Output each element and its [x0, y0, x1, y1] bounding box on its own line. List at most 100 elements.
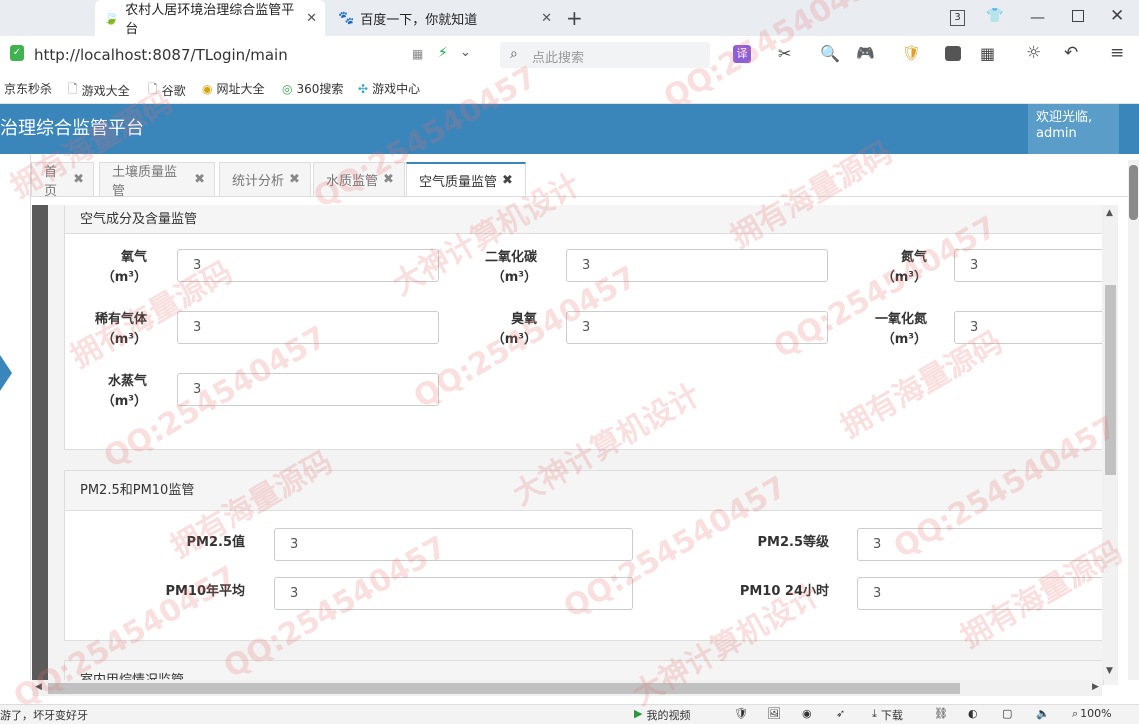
oxygen-input[interactable]: 3 — [177, 249, 439, 282]
my-video-button[interactable]: ▶ 我的视频 — [634, 707, 690, 723]
close-tab-icon[interactable]: ✖ — [73, 172, 84, 187]
ozone-input[interactable]: 3 — [566, 311, 828, 344]
zoom-control[interactable]: ⌕ 100% — [1072, 707, 1112, 721]
gamepad-icon[interactable]: 🎮 — [856, 44, 875, 62]
scroll-up-arrow-icon[interactable]: ▲ — [1106, 208, 1113, 218]
coin-shield-icon[interactable]: 🛡 — [902, 44, 921, 62]
zoom-icon: ⌕ — [1072, 707, 1079, 720]
browser-tab-bar: 🍃 农村人居环境治理综合监管平台 ✕ 🐾 百度一下，你就知道 ✕ + 3 👕 —… — [0, 0, 1139, 37]
close-tab-icon[interactable]: ✕ — [306, 11, 317, 26]
tab-water[interactable]: 水质监管 ✖ — [313, 162, 405, 196]
tab-divider — [30, 196, 1130, 197]
tab-soil[interactable]: 土壤质量监管 ✖ — [99, 162, 215, 199]
magnifier-icon[interactable]: 🔍 — [820, 44, 840, 63]
close-window-icon[interactable]: ✕ — [1110, 6, 1124, 26]
field-label: 氧气 （m³） — [101, 250, 147, 285]
close-tab-icon[interactable]: ✖ — [289, 172, 300, 187]
close-tab-icon[interactable]: ✖ — [194, 172, 205, 187]
translate-icon[interactable]: 译 — [733, 45, 751, 63]
new-tab-button[interactable]: + — [566, 6, 583, 30]
download-button[interactable]: ⤓ 下载 — [872, 707, 903, 723]
tab-count-badge[interactable]: 3 — [950, 10, 965, 26]
page-scroll-thumb[interactable] — [1129, 165, 1138, 220]
reader-icon[interactable] — [945, 46, 961, 61]
page-icon: 🗋 — [68, 82, 78, 96]
page-scrollbar[interactable] — [1128, 160, 1139, 680]
close-tab-icon[interactable]: ✖ — [502, 173, 513, 188]
search-box[interactable]: ⌕ 点此搜索 — [500, 42, 710, 68]
pm25-value-input[interactable]: 3 — [274, 528, 633, 561]
address-url[interactable]: http://localhost:8087/TLogin/main — [34, 46, 288, 64]
scroll-right-arrow-icon[interactable]: ▶ — [1092, 682, 1099, 692]
welcome-box[interactable]: 欢迎光临, admin — [1028, 104, 1119, 154]
bookmark-item[interactable]: 京东秒杀 — [4, 80, 52, 97]
field-label: 水蒸气 （m³） — [101, 374, 147, 409]
menu-hamburger-icon[interactable]: ≡ — [1110, 43, 1124, 63]
rocket-icon[interactable]: ➶ — [836, 707, 845, 720]
inner-frame-border — [32, 205, 48, 685]
undo-icon[interactable]: ↶ — [1064, 43, 1078, 63]
welcome-text: 欢迎光临, — [1036, 110, 1093, 125]
eye-icon[interactable]: ◉ — [802, 707, 812, 720]
bookmark-label: 360搜索 — [296, 82, 344, 96]
360-icon: ◎ — [282, 81, 293, 96]
left-nav — [0, 154, 31, 680]
shield-secure-icon[interactable]: ✓ — [10, 45, 24, 61]
browser-tab-title: 农村人居环境治理综合监管平台 — [125, 3, 295, 37]
bookmark-item[interactable]: ◎ 360搜索 — [282, 80, 343, 97]
shield-icon[interactable]: 🛡 — [734, 707, 748, 720]
vertical-scroll-thumb[interactable] — [1105, 285, 1116, 475]
apps-grid-icon[interactable]: ▦ — [980, 44, 995, 63]
zoom-level: 100% — [1080, 707, 1112, 720]
chevron-down-icon[interactable]: ⌄ — [460, 45, 471, 60]
bookmark-item[interactable]: 🗋 谷歌 — [148, 80, 186, 101]
status-label: 我的视频 — [646, 709, 691, 722]
window-icon[interactable]: ▢ — [1002, 707, 1012, 720]
status-news-text[interactable]: 游了，坏牙变好牙 — [0, 707, 88, 723]
tab-label: 空气质量监管 — [419, 174, 498, 190]
minimize-icon[interactable]: — — [1030, 8, 1045, 26]
browser-tab-active[interactable]: 🍃 农村人居环境治理综合监管平台 ✕ — [95, 0, 325, 37]
browser-tab[interactable]: 🐾 百度一下，你就知道 ✕ — [330, 0, 560, 36]
scroll-down-arrow-icon[interactable]: ▼ — [1106, 666, 1113, 676]
close-tab-icon[interactable]: ✖ — [383, 172, 394, 187]
tab-air[interactable]: 空气质量监管 ✖ — [406, 162, 526, 196]
edge-icon[interactable]: ◐ — [968, 707, 978, 720]
bookmark-label: 谷歌 — [161, 84, 186, 98]
close-tab-icon[interactable]: ✕ — [541, 11, 552, 26]
field-label: 二氧化碳 （m³） — [484, 250, 537, 285]
tab-label: 土壤质量监管 — [112, 164, 178, 199]
download-icon: ⤓ — [872, 707, 877, 720]
rare-gas-input[interactable]: 3 — [177, 311, 439, 344]
horizontal-scroll-thumb[interactable] — [48, 683, 960, 694]
bookmark-item[interactable]: ✣ 游戏中心 — [358, 80, 420, 97]
field-label: 稀有气体 （m³） — [94, 312, 147, 347]
scroll-left-arrow-icon[interactable]: ◀ — [35, 682, 42, 692]
water-vapor-input[interactable]: 3 — [177, 373, 439, 406]
scissors-icon[interactable]: ✂ — [778, 44, 791, 63]
qr-code-icon[interactable]: ▦ — [412, 47, 423, 61]
leaf-favicon-icon: 🍃 — [103, 10, 120, 26]
speaker-icon[interactable]: 🔈 — [1036, 707, 1050, 720]
pm25-grade-input[interactable]: 3 — [857, 528, 1117, 561]
tab-home[interactable]: 首页 ✖ — [31, 162, 94, 199]
bookmark-item[interactable]: 🗋 游戏大全 — [68, 80, 130, 101]
bookmark-label: 游戏大全 — [81, 84, 130, 98]
tab-statistics[interactable]: 统计分析 ✖ — [219, 162, 311, 196]
nitric-oxide-input[interactable]: 3 — [954, 311, 1118, 344]
link-icon[interactable]: ⛓ — [934, 707, 948, 720]
maximize-icon[interactable] — [1072, 10, 1084, 22]
app-header — [0, 104, 1139, 154]
pm10-annual-input[interactable]: 3 — [274, 577, 633, 610]
bookmark-item[interactable]: ◉ 网址大全 — [202, 80, 265, 97]
lightning-icon[interactable]: ⚡ — [438, 45, 448, 61]
pm10-24h-input[interactable]: 3 — [857, 577, 1117, 610]
shirt-skin-icon[interactable]: 👕 — [986, 8, 1003, 24]
co2-input[interactable]: 3 — [566, 249, 828, 282]
image-icon[interactable]: 🖼 — [767, 707, 781, 720]
nitrogen-input[interactable]: 3 — [954, 249, 1118, 282]
collapse-sidebar-arrow-icon[interactable] — [0, 355, 12, 391]
sun-brightness-icon[interactable]: ☼ — [1026, 43, 1041, 63]
pm-panel: PM2.5和PM10监管 PM2.5值 3 PM2.5等级 3 PM10年平均 … — [64, 470, 1117, 641]
field-label: 氮气 （m³） — [881, 250, 927, 285]
